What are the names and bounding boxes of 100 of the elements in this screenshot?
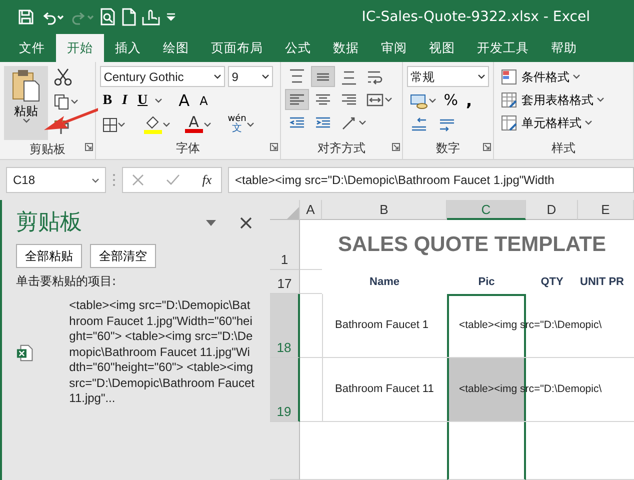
column-heading: UNIT PR: [580, 274, 624, 290]
insert-function-button[interactable]: fx: [202, 170, 212, 190]
group-label: 对齐方式: [317, 141, 366, 155]
ribbon-tab[interactable]: 页面布局: [200, 34, 274, 62]
copy-icon: [54, 94, 70, 110]
print-preview-icon[interactable]: [100, 8, 116, 26]
customize-icon[interactable]: [166, 12, 176, 22]
ribbon-tab[interactable]: 文件: [8, 34, 56, 62]
close-icon[interactable]: [240, 217, 252, 230]
row-header[interactable]: 18: [270, 294, 300, 358]
style-menu-button[interactable]: 条件格式: [498, 66, 608, 87]
caret-icon: [359, 120, 366, 125]
table-cell-text: Bathroom Faucet 11: [335, 382, 434, 398]
paste-button[interactable]: 粘贴: [4, 66, 48, 140]
pane-button[interactable]: 全部粘贴: [16, 244, 82, 268]
ribbon-tab[interactable]: 帮助: [540, 34, 588, 62]
caret-icon: [597, 97, 604, 102]
style-menu-button[interactable]: 套用表格格式: [498, 89, 608, 110]
pane-hint: 单击要粘贴的项目:: [16, 273, 118, 290]
caret-icon: [162, 122, 170, 127]
ribbon-tab[interactable]: 绘图: [152, 34, 200, 62]
column-heading: Name: [370, 274, 400, 290]
row-header[interactable]: 1: [270, 220, 300, 270]
dialog-launcher-icon: [270, 142, 278, 151]
style-menu-button[interactable]: 单元格样式: [498, 112, 608, 133]
ribbon-tab[interactable]: 数据: [322, 34, 370, 62]
group-label: 样式: [552, 141, 576, 155]
decrease-decimal-icon: [438, 116, 456, 132]
dialog-launcher-icon: [84, 142, 93, 151]
column-header[interactable]: B: [322, 200, 447, 220]
pane-button[interactable]: 全部清空: [90, 244, 156, 268]
ribbon-tab[interactable]: 插入: [104, 34, 152, 62]
pane-title: 剪贴板: [16, 210, 82, 236]
align-top-icon: [288, 68, 306, 86]
touch-mode-icon[interactable]: [142, 8, 160, 26]
money-icon: [410, 92, 428, 108]
font-size-dropdown[interactable]: 9: [228, 66, 273, 87]
underline-button[interactable]: U: [134, 90, 151, 111]
paint-bucket-icon: [144, 116, 162, 134]
bold-button[interactable]: B: [100, 90, 116, 111]
cell-style-icon: [501, 114, 518, 130]
ribbon-tab[interactable]: 开发工具: [466, 34, 540, 62]
caret-icon: [262, 74, 269, 79]
conditional-format-icon: [501, 68, 518, 84]
font-color-button[interactable]: A: [182, 114, 214, 135]
scissors-icon: [54, 68, 72, 86]
row-header[interactable]: 19: [270, 358, 300, 422]
dropdown-icon[interactable]: [206, 220, 216, 226]
group-label: 字体: [176, 141, 200, 155]
row-header[interactable]: 17: [270, 270, 300, 294]
shrink-font-button[interactable]: A: [196, 90, 211, 111]
caret-icon: [204, 122, 211, 127]
grow-font-button[interactable]: A: [176, 90, 193, 111]
caret-icon: [118, 122, 125, 127]
phonetic-guide-button[interactable]: wén 文: [224, 114, 258, 135]
ribbon-tab[interactable]: 开始: [56, 34, 104, 62]
column-header[interactable]: A: [300, 200, 322, 220]
save-icon[interactable]: [18, 9, 34, 25]
clipboard-item[interactable]: <table><img src="D:\Demopic\Bathroom Faucet 1.jpg"Width="60"height="60"> <table><img src="D:\Demopic\Bathroom Faucet 11.jpg"Width="60"height="60"> <table><img src="D:\Demopic\Bathroom Faucet 11.jpg"...: [69, 298, 256, 407]
caret-icon: [585, 120, 592, 125]
drag-handle-icon: [112, 173, 116, 187]
caret-icon: [385, 97, 392, 102]
number-format-dropdown[interactable]: 常规: [406, 66, 489, 87]
caret-icon: [92, 178, 99, 184]
font-name-dropdown[interactable]: Century Gothic: [100, 66, 225, 87]
percent-button[interactable]: %: [440, 90, 461, 111]
column-header[interactable]: D: [526, 200, 578, 220]
ribbon-tab[interactable]: 公式: [274, 34, 322, 62]
comma-button[interactable]: ,: [463, 90, 476, 111]
spreadsheet-file-icon[interactable]: [16, 344, 34, 362]
name-box[interactable]: C18: [6, 167, 106, 193]
ribbon-tab[interactable]: 审阅: [370, 34, 418, 62]
window-title: IC-Sales-Quote-9322.xlsx - Excel: [362, 8, 590, 26]
align-left-button[interactable]: [285, 89, 310, 110]
caret-icon: [478, 74, 485, 79]
column-heading: QTY: [540, 274, 564, 290]
caret-icon: [247, 122, 254, 127]
ribbon-tab[interactable]: 视图: [418, 34, 466, 62]
formula-field[interactable]: <table><img src="D:\Demopic\Bathroom Faucet 1.jpg"Width: [228, 167, 634, 193]
caret-icon: [428, 98, 436, 103]
italic-button[interactable]: I: [119, 90, 130, 111]
sheet-title: SALES QUOTE TEMPLATE: [337, 232, 607, 258]
clipboard-icon: [11, 68, 41, 102]
table-format-icon: [501, 92, 518, 108]
check-icon[interactable]: [166, 174, 180, 186]
increase-decimal-icon: [410, 116, 428, 132]
column-header[interactable]: E: [578, 200, 634, 220]
dialog-launcher-icon: [483, 142, 492, 151]
align-middle-button[interactable]: [311, 66, 336, 87]
column-heading: Pic: [478, 274, 495, 290]
selected-cell[interactable]: [447, 422, 526, 480]
caret-icon: [214, 74, 221, 79]
table-cell-text: Bathroom Faucet 1: [335, 318, 429, 334]
column-header[interactable]: C: [447, 200, 526, 220]
new-file-icon[interactable]: [122, 8, 136, 26]
grid-icon: [102, 118, 117, 132]
caret-icon: [573, 74, 580, 79]
dialog-launcher-icon: [392, 142, 400, 151]
caret-icon: [154, 98, 162, 103]
group-label: 数字: [436, 141, 460, 155]
